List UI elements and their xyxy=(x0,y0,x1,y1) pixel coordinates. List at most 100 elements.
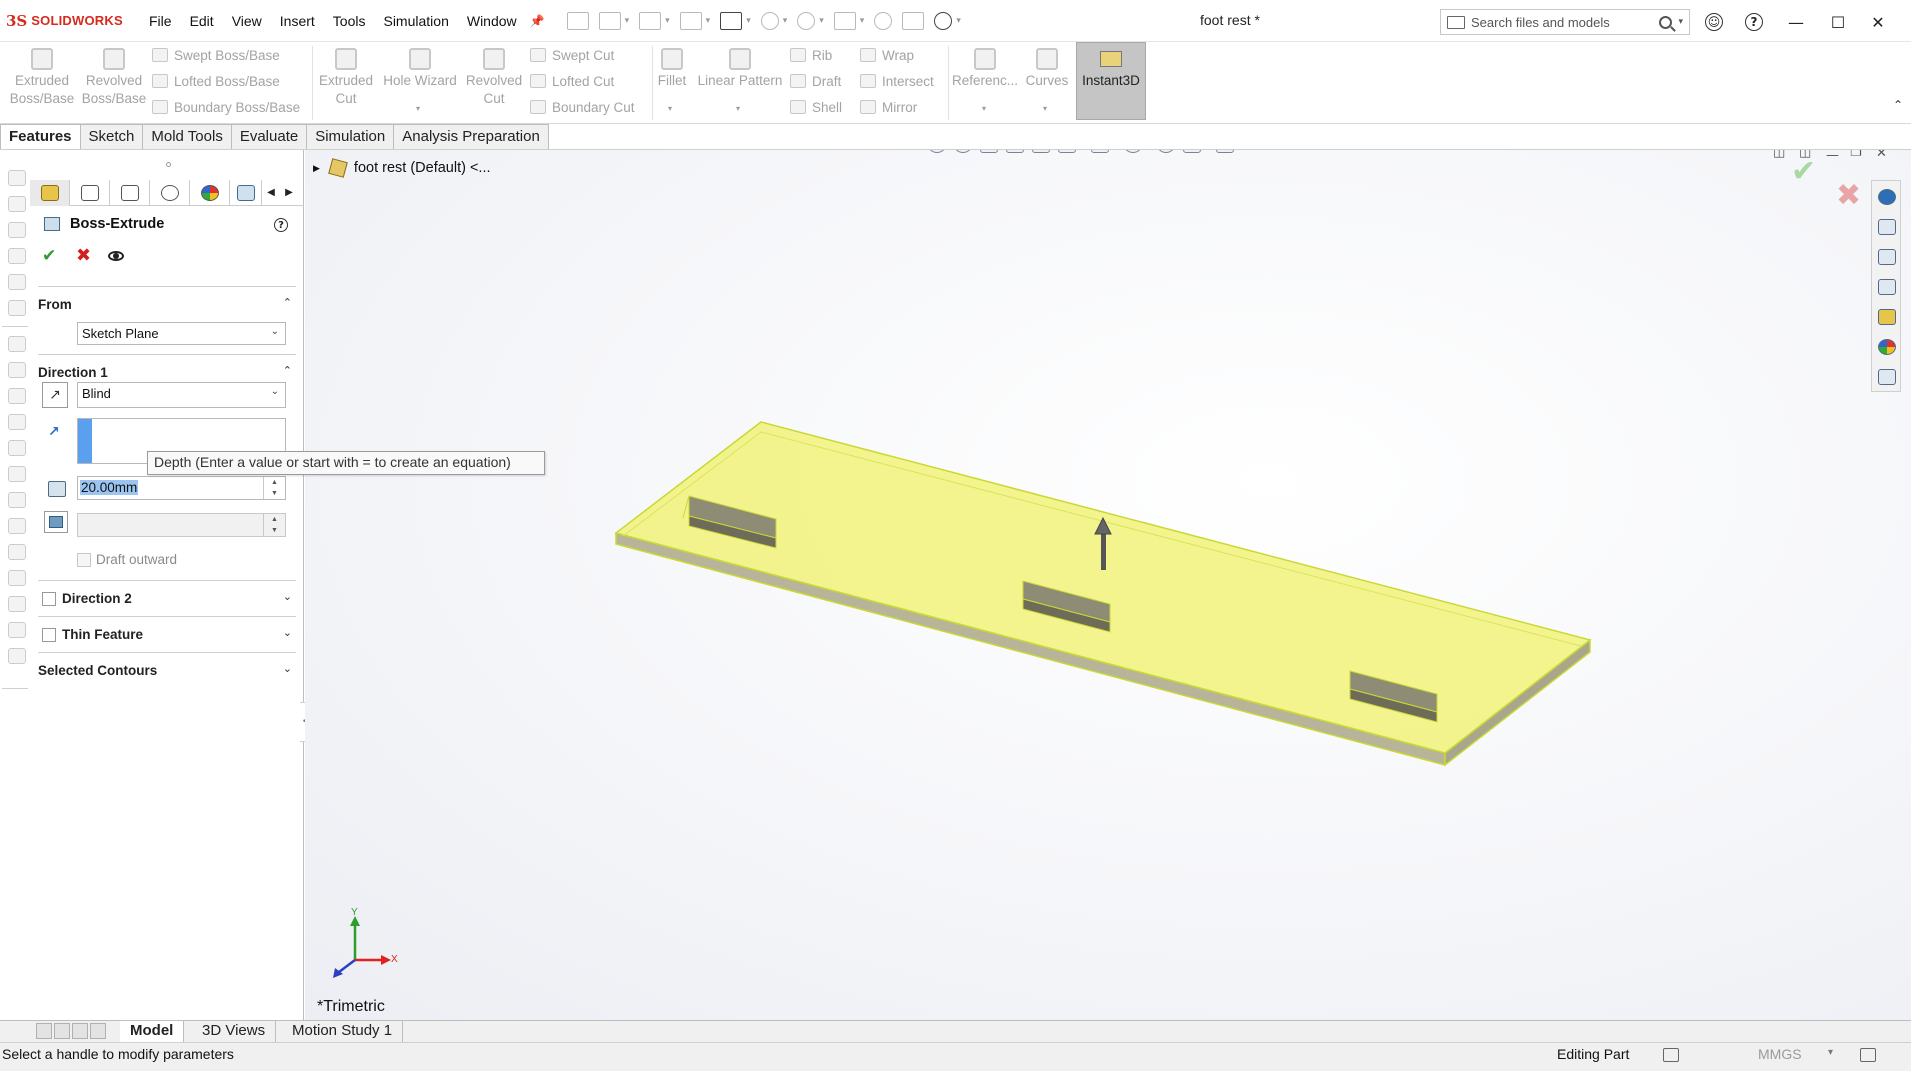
revolved-boss-button[interactable]: Revolved Boss/Base xyxy=(80,44,148,108)
tab-features[interactable]: Features xyxy=(0,124,81,150)
menu-window[interactable]: Window xyxy=(458,13,526,29)
model-viewport-svg[interactable] xyxy=(305,150,1911,1020)
fillet-button[interactable]: Fillet xyxy=(654,44,690,90)
foot-rest-part[interactable] xyxy=(614,421,1592,767)
select-cursor-icon[interactable] xyxy=(833,11,856,30)
hole-wizard-dropdown-icon[interactable]: ▾ xyxy=(416,104,420,113)
draft-strip-icon[interactable] xyxy=(8,440,26,456)
options-gear-icon[interactable] xyxy=(934,11,953,30)
linear-pattern-button[interactable]: Linear Pattern xyxy=(694,44,786,90)
menu-insert[interactable]: Insert xyxy=(271,13,324,29)
pin-menu-icon[interactable]: 📌 xyxy=(530,14,545,28)
swept-boss-button[interactable]: Swept Boss/Base xyxy=(152,44,280,66)
depth-input[interactable]: 20.00mm ▲ ▼ xyxy=(77,476,286,500)
tab-simulation[interactable]: Simulation xyxy=(307,124,395,150)
curve-strip-icon[interactable] xyxy=(8,648,26,664)
units-dropdown-icon[interactable]: ▾ xyxy=(1828,1047,1833,1058)
boundary-cut-button[interactable]: Boundary Cut xyxy=(530,96,635,118)
fillet-dropdown-icon[interactable]: ▾ xyxy=(668,104,672,113)
end-condition-select[interactable]: Blind ⌄ xyxy=(77,382,286,408)
draft-toggle-button[interactable] xyxy=(44,511,68,533)
tabs-scroll-left-icon[interactable]: ◀ xyxy=(262,187,280,198)
solidworks-logo[interactable]: 3S SOLIDWORKS xyxy=(6,12,140,30)
chevron-down-icon[interactable]: ⌄ xyxy=(283,662,292,675)
selected-contours-section-header[interactable]: Selected Contours ⌄ xyxy=(38,652,296,682)
wrap-button[interactable]: Wrap xyxy=(860,44,914,66)
menu-simulation[interactable]: Simulation xyxy=(374,13,457,29)
menu-edit[interactable]: Edit xyxy=(181,13,223,29)
lofted-cut-button[interactable]: Lofted Cut xyxy=(530,70,614,92)
curves-button[interactable]: Curves xyxy=(1022,44,1072,90)
tab-analysis-preparation[interactable]: Analysis Preparation xyxy=(394,124,549,150)
mirror-button[interactable]: Mirror xyxy=(860,96,917,118)
hole-strip-icon[interactable] xyxy=(8,596,26,612)
extruded-cut-button[interactable]: Extruded Cut xyxy=(316,44,376,108)
tab-cam[interactable] xyxy=(230,179,262,206)
direction1-section-header[interactable]: Direction 1 ⌃ xyxy=(38,354,296,384)
help-button[interactable]: ? xyxy=(274,218,288,232)
rib-strip-icon[interactable] xyxy=(8,388,26,404)
linear-pattern-dropdown-icon[interactable]: ▾ xyxy=(736,104,740,113)
new-document-icon[interactable] xyxy=(598,11,621,30)
open-folder-icon[interactable] xyxy=(639,11,662,30)
first-tab-nav-button[interactable] xyxy=(36,1023,52,1039)
direction2-checkbox[interactable] xyxy=(42,592,56,606)
search-dropdown-icon[interactable]: ▾ xyxy=(1678,17,1683,27)
menu-file[interactable]: File xyxy=(140,13,181,29)
minimize-window-button[interactable]: — xyxy=(1784,10,1808,34)
menu-tools[interactable]: Tools xyxy=(324,13,375,29)
thin-feature-checkbox[interactable] xyxy=(42,628,56,642)
reference-strip-icon[interactable] xyxy=(8,622,26,638)
search-box[interactable]: Search files and models ▾ xyxy=(1440,9,1690,35)
collapse-ribbon-icon[interactable]: ⌃ xyxy=(1893,98,1903,112)
extrude-icon[interactable] xyxy=(8,170,26,186)
chevron-down-icon[interactable]: ⌄ xyxy=(283,590,292,603)
draft-button[interactable]: Draft xyxy=(790,70,841,92)
wrap-strip-icon[interactable] xyxy=(8,544,26,560)
graphics-area[interactable]: ▶ foot rest (Default) <... ▾ ▾ ▾ ▾ ▾ ◫ ◫… xyxy=(305,150,1911,1020)
rib-button[interactable]: Rib xyxy=(790,44,832,66)
hole-wizard-button[interactable]: Hole Wizard xyxy=(380,44,460,90)
tab-feature-tree[interactable] xyxy=(70,179,110,206)
loft-icon[interactable] xyxy=(8,248,26,264)
preview-eye-icon[interactable] xyxy=(108,251,124,261)
user-account-icon[interactable]: ☺ xyxy=(1702,10,1726,34)
unit-system-label[interactable]: MMGS xyxy=(1758,1046,1802,1062)
pattern-strip-icon[interactable] xyxy=(8,492,26,508)
shell-strip-icon[interactable] xyxy=(8,414,26,430)
extruded-boss-button[interactable]: Extruded Boss/Base xyxy=(8,44,76,108)
chevron-up-icon[interactable]: ⌃ xyxy=(283,296,292,309)
panel-grip-icon[interactable] xyxy=(166,162,171,167)
fillet-strip-icon[interactable] xyxy=(8,336,26,352)
next-tab-nav-button[interactable] xyxy=(72,1023,88,1039)
sweep-icon[interactable] xyxy=(8,222,26,238)
lofted-boss-button[interactable]: Lofted Boss/Base xyxy=(152,70,280,92)
tab-motion-study-1[interactable]: Motion Study 1 xyxy=(282,1021,404,1043)
save-icon[interactable] xyxy=(679,11,702,30)
boundary-icon[interactable] xyxy=(8,274,26,290)
reference-geometry-button[interactable]: Referenc... xyxy=(952,44,1018,90)
file-properties-icon[interactable] xyxy=(902,11,925,30)
search-icon[interactable] xyxy=(1659,15,1673,29)
rebuild-icon[interactable] xyxy=(874,11,893,30)
rebuild-status-icon[interactable] xyxy=(1663,1048,1679,1062)
intersect-button[interactable]: Intersect xyxy=(860,70,934,92)
shell-button[interactable]: Shell xyxy=(790,96,842,118)
menu-view[interactable]: View xyxy=(223,13,271,29)
tab-configuration-manager[interactable] xyxy=(110,179,150,206)
tabs-scroll-right-icon[interactable]: ▶ xyxy=(280,187,298,198)
tab-mold-tools[interactable]: Mold Tools xyxy=(143,124,232,150)
tab-evaluate[interactable]: Evaluate xyxy=(231,124,308,150)
search-input[interactable]: Search files and models xyxy=(1471,15,1659,30)
last-tab-nav-button[interactable] xyxy=(90,1023,106,1039)
revolve-icon[interactable] xyxy=(8,196,26,212)
chevron-down-icon[interactable]: ⌄ xyxy=(283,626,292,639)
home-icon[interactable] xyxy=(566,11,589,30)
thin-feature-section-header[interactable]: Thin Feature ⌄ xyxy=(38,616,296,646)
print-icon[interactable] xyxy=(720,11,743,30)
curves-dropdown-icon[interactable]: ▾ xyxy=(1043,104,1047,113)
tab-model[interactable]: Model xyxy=(120,1021,185,1043)
folder-icon[interactable] xyxy=(1447,15,1465,29)
instant3d-button[interactable]: Instant3D xyxy=(1076,42,1146,120)
intersect-strip-icon[interactable] xyxy=(8,570,26,586)
